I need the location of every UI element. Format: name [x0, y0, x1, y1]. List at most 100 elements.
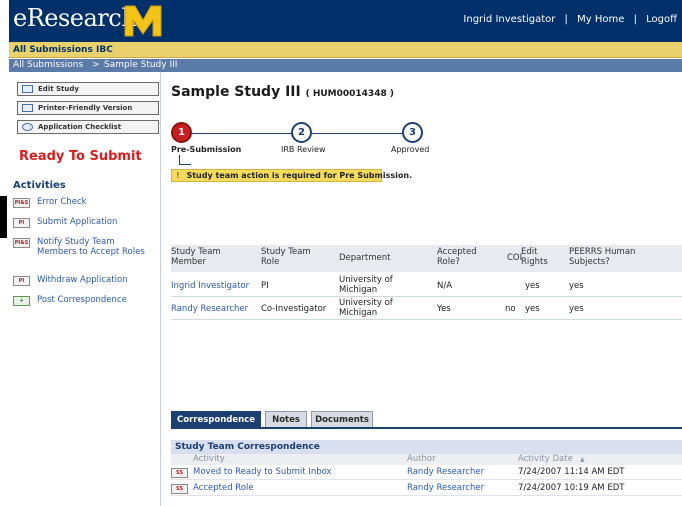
cell-role: PI	[261, 281, 269, 291]
correspondence-panel: Study Team Correspondence Activity Autho…	[171, 440, 682, 506]
printer-friendly-button[interactable]: Printer-Friendly Version	[17, 101, 159, 115]
activity-withdraw-application[interactable]: PI Withdraw Application	[13, 275, 159, 287]
application-checklist-button[interactable]: Application Checklist	[17, 120, 159, 134]
activity-role-tag: PI&S	[13, 198, 30, 208]
correspondence-title: Study Team Correspondence	[171, 440, 682, 454]
page-title: Sample Study III ( HUM00014348 )	[171, 84, 394, 100]
workflow-step-1-label: Pre-Submission	[171, 145, 242, 154]
col-department: Department	[339, 253, 391, 263]
cell-edit: yes	[525, 281, 540, 291]
study-name: Sample Study III	[171, 84, 301, 100]
activity-role-tag: PI&S	[13, 238, 30, 248]
cell-peerrs: yes	[569, 304, 584, 314]
breadcrumb-separator: >	[92, 60, 100, 70]
cell-accepted: Yes	[437, 304, 451, 314]
activity-label: Withdraw Application	[37, 275, 128, 285]
activity-label: Submit Application	[37, 217, 118, 227]
activity-submit-application[interactable]: PI Submit Application	[13, 217, 159, 229]
col-member: Study Team Member	[171, 247, 221, 267]
edit-study-label: Edit Study	[38, 85, 79, 93]
table-row: Randy Researcher Co-Investigator Univers…	[171, 298, 682, 320]
activities-title: Activities	[13, 180, 66, 191]
action-required-notice: ! Study team action is required for Pre …	[171, 169, 412, 182]
col-activity-date[interactable]: Activity Date	[518, 454, 573, 464]
col-role: Study Team Role	[261, 247, 311, 267]
tab-ibc[interactable]: IBC	[96, 45, 113, 55]
top-links: Ingrid Investigator | My Home | Logoff	[460, 14, 680, 25]
workflow-pointer	[179, 164, 191, 165]
left-edge-marker	[0, 196, 7, 238]
workflow-connector	[312, 133, 402, 134]
activity-role-tag: PI	[13, 276, 30, 286]
correspondence-author-link[interactable]: Randy Researcher	[407, 467, 484, 477]
correspondence-author-link[interactable]: Randy Researcher	[407, 483, 484, 493]
app-logo-text: eResearch	[13, 4, 137, 32]
correspondence-header: Activity Author Activity Date ▲	[171, 454, 682, 465]
col-author[interactable]: Author	[407, 454, 436, 464]
member-link[interactable]: Randy Researcher	[171, 304, 248, 314]
user-link[interactable]: Ingrid Investigator	[463, 14, 555, 25]
sidebar: Edit Study Printer-Friendly Version Appl…	[9, 72, 161, 506]
tab-documents[interactable]: Documents	[311, 411, 373, 427]
activity-role-tag: PI	[13, 218, 30, 228]
workflow-step-2: 2	[291, 122, 312, 143]
michigan-m-logo	[124, 5, 162, 37]
main-content: Sample Study III ( HUM00014348 ) 1 2 3 P…	[161, 72, 682, 506]
printer-friendly-label: Printer-Friendly Version	[38, 104, 133, 112]
correspondence-date: 7/24/2007 11:14 AM EDT	[518, 467, 625, 477]
logout-link[interactable]: Logoff	[646, 14, 677, 25]
cell-accepted: N/A	[437, 281, 453, 291]
tab-all-submissions[interactable]: All Submissions	[13, 45, 93, 55]
cell-role: Co-Investigator	[261, 304, 327, 314]
col-edit-rights: Edit Rights	[521, 247, 548, 267]
tab-notes[interactable]: Notes	[265, 411, 307, 427]
table-row: Ingrid Investigator PI University of Mic…	[171, 275, 682, 297]
workflow-step-3: 3	[402, 122, 423, 143]
cell-department: University of Michigan	[339, 298, 393, 318]
notice-text: Study team action is required for Pre Su…	[186, 171, 413, 180]
correspondence-role-tag: SS	[171, 468, 188, 478]
member-link[interactable]: Ingrid Investigator	[171, 281, 249, 291]
left-edge	[0, 0, 9, 506]
study-id: ( HUM00014348 )	[305, 89, 394, 99]
col-accepted: Accepted Role?	[437, 247, 477, 267]
workflow-connector	[192, 133, 291, 134]
breadcrumb-current[interactable]: Sample Study III	[104, 60, 177, 70]
cell-edit: yes	[525, 304, 540, 314]
checklist-icon	[22, 123, 33, 131]
link-separator: |	[564, 14, 568, 25]
link-separator: |	[633, 14, 637, 25]
study-status: Ready To Submit	[19, 149, 142, 164]
activity-label: Post Correspondence	[37, 295, 127, 305]
printer-icon	[22, 104, 33, 112]
cell-department: University of Michigan	[339, 275, 393, 295]
application-checklist-label: Application Checklist	[38, 123, 122, 131]
cell-peerrs: yes	[569, 281, 584, 291]
correspondence-activity-link[interactable]: Accepted Role	[193, 483, 254, 493]
activity-label: Notify Study Team Members to Accept Role…	[37, 237, 145, 257]
col-activity[interactable]: Activity	[193, 454, 225, 464]
app-header: eResearch Ingrid Investigator | My Home …	[9, 0, 682, 42]
submission-tabs: All Submissions IBC	[9, 42, 682, 58]
content-tabs: Correspondence Notes Documents	[171, 411, 682, 429]
tab-correspondence[interactable]: Correspondence	[171, 411, 261, 427]
col-peerrs: PEERRS Human Subjects?	[569, 247, 636, 267]
correspondence-activity-link[interactable]: Moved to Ready to Submit Inbox	[193, 467, 332, 477]
col-coi: COI	[507, 253, 523, 263]
edit-study-button[interactable]: Edit Study	[17, 82, 159, 96]
workflow-step-1: 1	[171, 122, 192, 143]
breadcrumb-all-submissions[interactable]: All Submissions	[13, 60, 83, 70]
home-link[interactable]: My Home	[577, 14, 624, 25]
workflow-step-2-label: IRB Review	[281, 145, 326, 154]
table-header: Study Team Member Study Team Role Depart…	[171, 245, 682, 272]
activity-error-check[interactable]: PI&S Error Check	[13, 197, 159, 209]
activity-post-correspondence[interactable]: + Post Correspondence	[13, 295, 159, 307]
workflow-step-3-label: Approved	[391, 145, 430, 154]
breadcrumb: All Submissions > Sample Study III	[9, 59, 682, 72]
warning-icon: !	[176, 171, 180, 180]
cell-coi: no	[505, 304, 516, 314]
activity-label: Error Check	[37, 197, 87, 207]
correspondence-row: SS Accepted Role Randy Researcher 7/24/2…	[171, 482, 682, 496]
correspondence-date: 7/24/2007 10:19 AM EDT	[518, 483, 625, 493]
activity-notify-team[interactable]: PI&S Notify Study Team Members to Accept…	[13, 237, 159, 269]
